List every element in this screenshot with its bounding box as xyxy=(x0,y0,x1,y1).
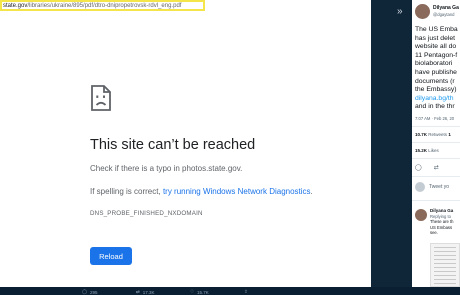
author-handle: @dgaytand xyxy=(433,12,455,17)
tweet-panel: Dilyana Ga @dgaytand The US Emba has jus… xyxy=(412,0,460,287)
author-name[interactable]: Dilyana Ga xyxy=(433,5,459,11)
address-bar[interactable]: state.gov/libraries/ukraine/895/pdf/dtro… xyxy=(0,0,205,11)
tweet-line: website all do xyxy=(415,43,457,51)
diagnostics-suffix: . xyxy=(310,187,313,196)
avatar[interactable] xyxy=(415,209,427,221)
tweet-line: has just delet xyxy=(415,34,456,42)
retweet-icon[interactable]: ⇄ xyxy=(434,164,439,171)
tweet-line: the Embassy) xyxy=(415,86,457,94)
divider xyxy=(412,158,460,159)
url-host: state.gov xyxy=(3,2,28,9)
likes-stat[interactable]: ♡ 15.7K xyxy=(190,289,209,295)
error-diagnostics-hint: If spelling is correct, try running Wind… xyxy=(90,187,313,196)
error-code: DNS_PROBE_FINISHED_NXDOMAIN xyxy=(90,210,203,217)
tweet-line: documents (r xyxy=(415,77,455,85)
tweet-line: have publishe xyxy=(415,68,457,76)
tweet-line: biolaboratori xyxy=(415,60,453,68)
share-icon: ⇪ xyxy=(244,289,248,294)
reload-button[interactable]: Reload xyxy=(90,247,132,265)
reply-author-name[interactable]: Dilyana Ga xyxy=(430,208,453,213)
error-title: This site can’t be reached xyxy=(90,137,256,153)
attached-document-image[interactable] xyxy=(430,243,460,287)
reply-body: Replying to These are th US Embass see. xyxy=(430,214,454,236)
tweet-line: The US Emba xyxy=(415,26,458,33)
error-page: This site can’t be reached Check if ther… xyxy=(0,11,371,287)
tweet-link[interactable]: dilyana.bg/th xyxy=(415,95,460,104)
likes-label: Likes xyxy=(428,148,439,153)
likes-stat[interactable]: 15.2K Likes xyxy=(415,148,439,153)
divider xyxy=(412,200,460,201)
reply-icon[interactable]: ◯ xyxy=(415,164,422,171)
reply-input[interactable]: Tweet yo xyxy=(429,184,449,190)
heart-icon: ♡ xyxy=(190,289,195,294)
url-path: /libraries/ukraine/895/pdf/dtro-dniprope… xyxy=(27,2,182,9)
retweets-stat[interactable]: ⇄ 17.3K xyxy=(136,289,155,295)
likes-count: 15.2K xyxy=(415,148,428,153)
double-chevron-right-icon[interactable]: » xyxy=(397,6,403,17)
tweet-actions: ◯ ⇄ xyxy=(415,164,439,171)
diagnostics-prefix: If spelling is correct, xyxy=(90,187,161,196)
retweets-count: 17.3K xyxy=(142,289,155,295)
avatar[interactable] xyxy=(415,4,430,19)
dark-sidebar xyxy=(371,0,412,287)
retweet-icon: ⇄ xyxy=(136,289,140,294)
tweet-line: and in the thr xyxy=(415,103,455,111)
reply-composer[interactable]: Tweet yo xyxy=(415,182,449,192)
tweet-body: The US Emba has just delet website all d… xyxy=(415,26,460,112)
reply-line: see. xyxy=(430,230,438,236)
reply-icon: ◯ xyxy=(82,289,88,294)
divider xyxy=(412,176,460,177)
avatar xyxy=(415,182,425,192)
tweet-action-bar xyxy=(0,287,460,295)
divider xyxy=(412,142,460,143)
error-typo-hint: Check if there is a typo in photos.state… xyxy=(90,164,243,173)
retweet-stat[interactable]: 10.7K Retweets 1 xyxy=(415,132,451,137)
sad-document-icon xyxy=(91,85,111,111)
retweet-count: 10.7K xyxy=(415,132,428,137)
browser-window: state.gov/libraries/ukraine/895/pdf/dtro… xyxy=(0,0,371,287)
tweet-line: 11 Pentagon-f xyxy=(415,51,458,59)
replies-stat[interactable]: ◯ 295 xyxy=(82,289,98,295)
screen: state.gov/libraries/ukraine/895/pdf/dtro… xyxy=(0,0,460,295)
share-stat[interactable]: ⇪ xyxy=(244,289,248,295)
quote-count: 1 xyxy=(448,132,451,137)
network-diagnostics-link[interactable]: try running Windows Network Diagnostics xyxy=(163,187,311,196)
divider xyxy=(412,126,460,127)
tweet-timestamp[interactable]: 7:07 AM · Feb 26, 20 xyxy=(415,116,454,121)
retweet-label: Retweets xyxy=(428,132,448,137)
likes-count: 15.7K xyxy=(197,289,209,295)
replies-count: 295 xyxy=(90,289,98,295)
